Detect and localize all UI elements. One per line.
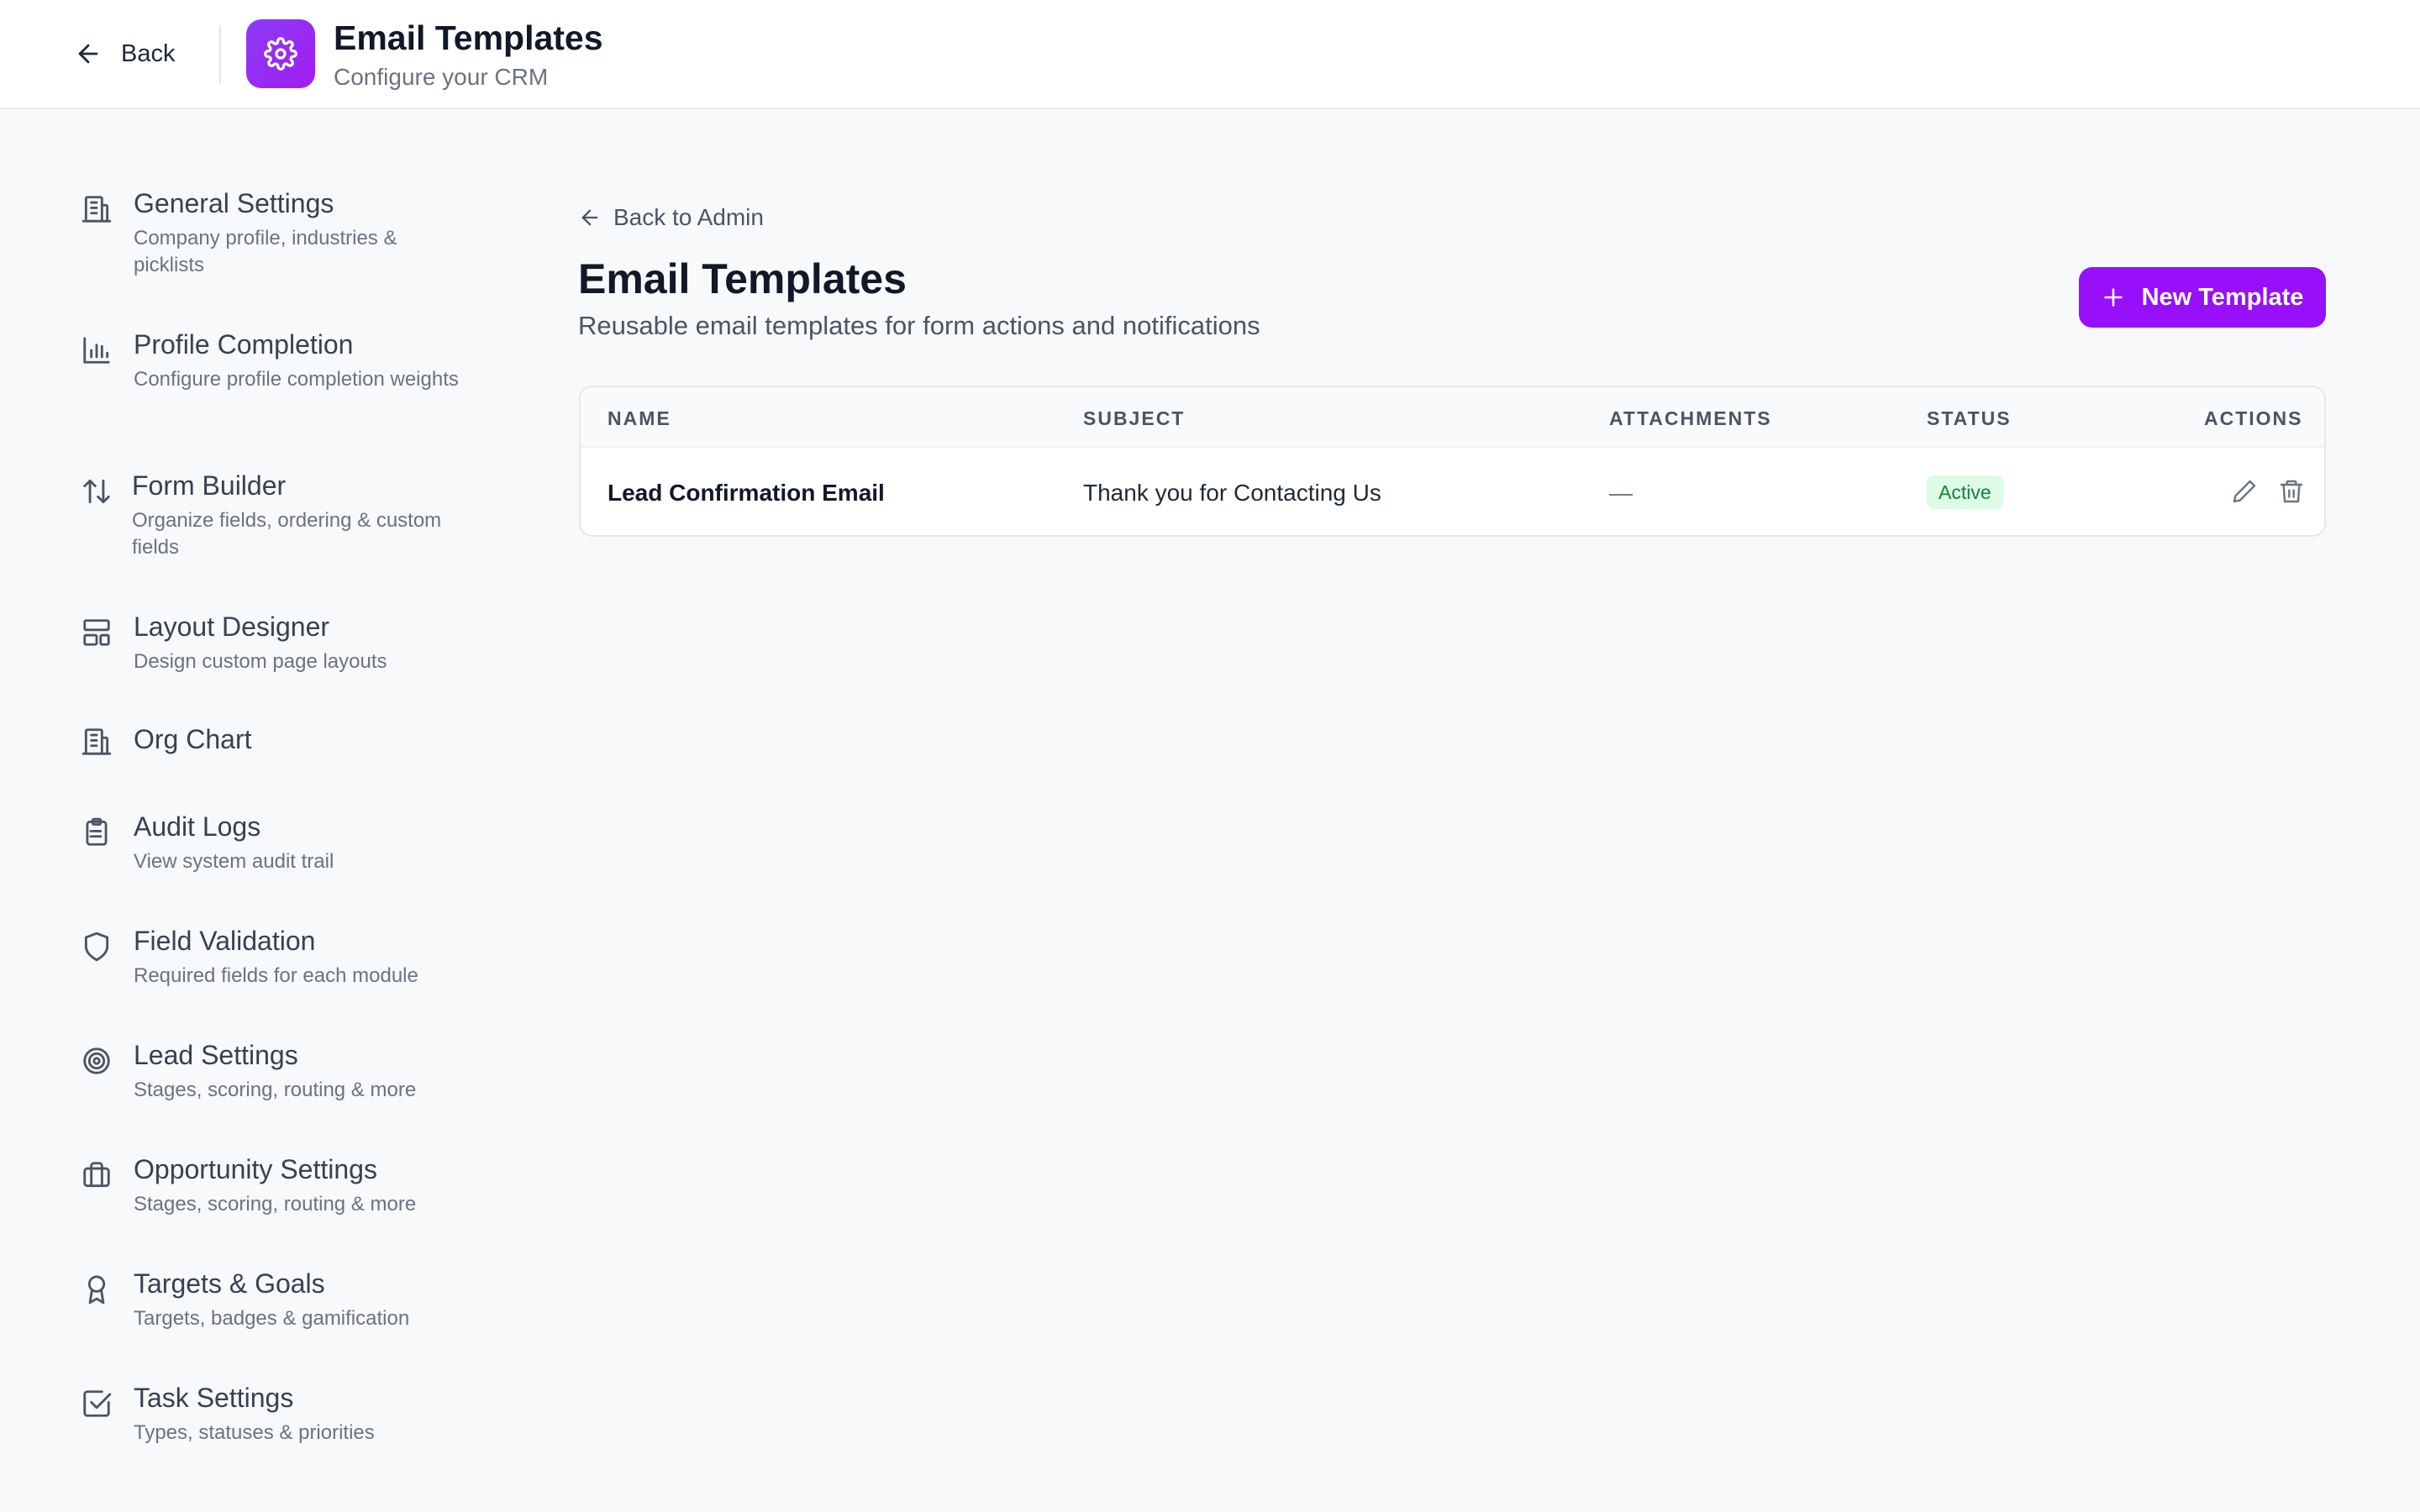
page-subtitle: Reusable email templates for form action… [578, 311, 1260, 340]
check-square-icon [76, 1383, 118, 1425]
arrow-left-icon [581, 209, 598, 226]
table-row[interactable]: Lead Confirmation Email Thank you for Co… [581, 448, 2324, 535]
briefcase-icon [76, 1154, 118, 1196]
sidebar-item-description: Company profile, industries & picklists [134, 227, 397, 276]
edit-button[interactable] [2228, 475, 2261, 508]
sidebar-item-label: Layout Designer [134, 612, 330, 642]
column-header-name: Name [608, 407, 671, 429]
header-subtitle: Configure your CRM [334, 64, 549, 90]
header-divider [219, 25, 221, 84]
sidebar-item-description: Targets, badges & gamification [134, 1307, 410, 1330]
sidebar-item-description: Stages, scoring, routing & more [134, 1193, 417, 1215]
top-bar: Back Email Templates Configure your CRM [0, 0, 2420, 109]
template-subject: Thank you for Contacting Us [1083, 480, 1381, 506]
bar-chart-icon [76, 329, 118, 371]
column-header-attachments: Attachments [1609, 407, 1772, 429]
column-header-subject: Subject [1083, 407, 1186, 429]
back-button-label: Back [121, 39, 176, 67]
back-to-admin-link[interactable]: Back to Admin [578, 204, 764, 231]
sidebar-item-label: Targets & Goals [134, 1268, 325, 1299]
header-title: Email Templates [334, 18, 603, 57]
clipboard-list-icon [76, 811, 118, 853]
templates-table: Name Subject Attachments Status Actions … [579, 386, 2326, 537]
page-title: Email Templates [578, 255, 907, 302]
sidebar-item-description: Design custom page layouts [134, 650, 387, 673]
sidebar-item-label: Field Validation [134, 926, 316, 956]
sidebar-item-label: Profile Completion [134, 329, 354, 360]
template-name: Lead Confirmation Email [608, 480, 885, 506]
table-header: Name Subject Attachments Status Actions [581, 387, 2324, 448]
sidebar-item-description: Stages, scoring, routing & more [134, 1079, 417, 1101]
building-icon [76, 721, 118, 763]
sidebar-item-label: Task Settings [134, 1383, 294, 1413]
plus-icon [2103, 288, 2123, 307]
layout-icon [76, 612, 118, 654]
building-icon [76, 188, 118, 230]
arrow-left-icon [78, 44, 98, 64]
column-header-actions: Actions [2204, 407, 2303, 429]
shield-icon [76, 926, 118, 968]
back-to-admin-label: Back to Admin [613, 204, 764, 230]
delete-button[interactable] [2275, 475, 2308, 508]
sidebar-item-description: Configure profile completion weights [134, 368, 459, 391]
target-icon [76, 1040, 118, 1082]
pencil-icon [2233, 480, 2256, 503]
sidebar-item-label: Lead Settings [134, 1040, 298, 1070]
new-template-label: New Template [2141, 283, 2304, 311]
sidebar-item-description: Types, statuses & priorities [134, 1421, 375, 1444]
gear-icon [264, 37, 297, 71]
trash-icon [2280, 480, 2303, 503]
sidebar-item-label: Form Builder [132, 470, 287, 501]
new-template-button[interactable]: New Template [2079, 267, 2326, 328]
status-badge: Active [1927, 475, 2003, 509]
sidebar-item-description: View system audit trail [134, 850, 334, 873]
sidebar-item-label: Opportunity Settings [134, 1154, 377, 1184]
app-icon [246, 19, 315, 88]
sidebar-item-description: Organize fields, ordering & custom field… [132, 509, 442, 559]
sort-arrows-icon [76, 470, 118, 512]
back-button[interactable]: Back [74, 34, 175, 74]
sidebar-item-label: Audit Logs [134, 811, 261, 842]
sidebar-item-description: Required fields for each module [134, 964, 418, 987]
award-icon [76, 1268, 118, 1310]
template-attachments: — [1609, 480, 1633, 506]
sidebar-item-label: Org Chart [134, 724, 252, 754]
column-header-status: Status [1927, 407, 2012, 429]
sidebar-item-label: General Settings [134, 188, 334, 218]
